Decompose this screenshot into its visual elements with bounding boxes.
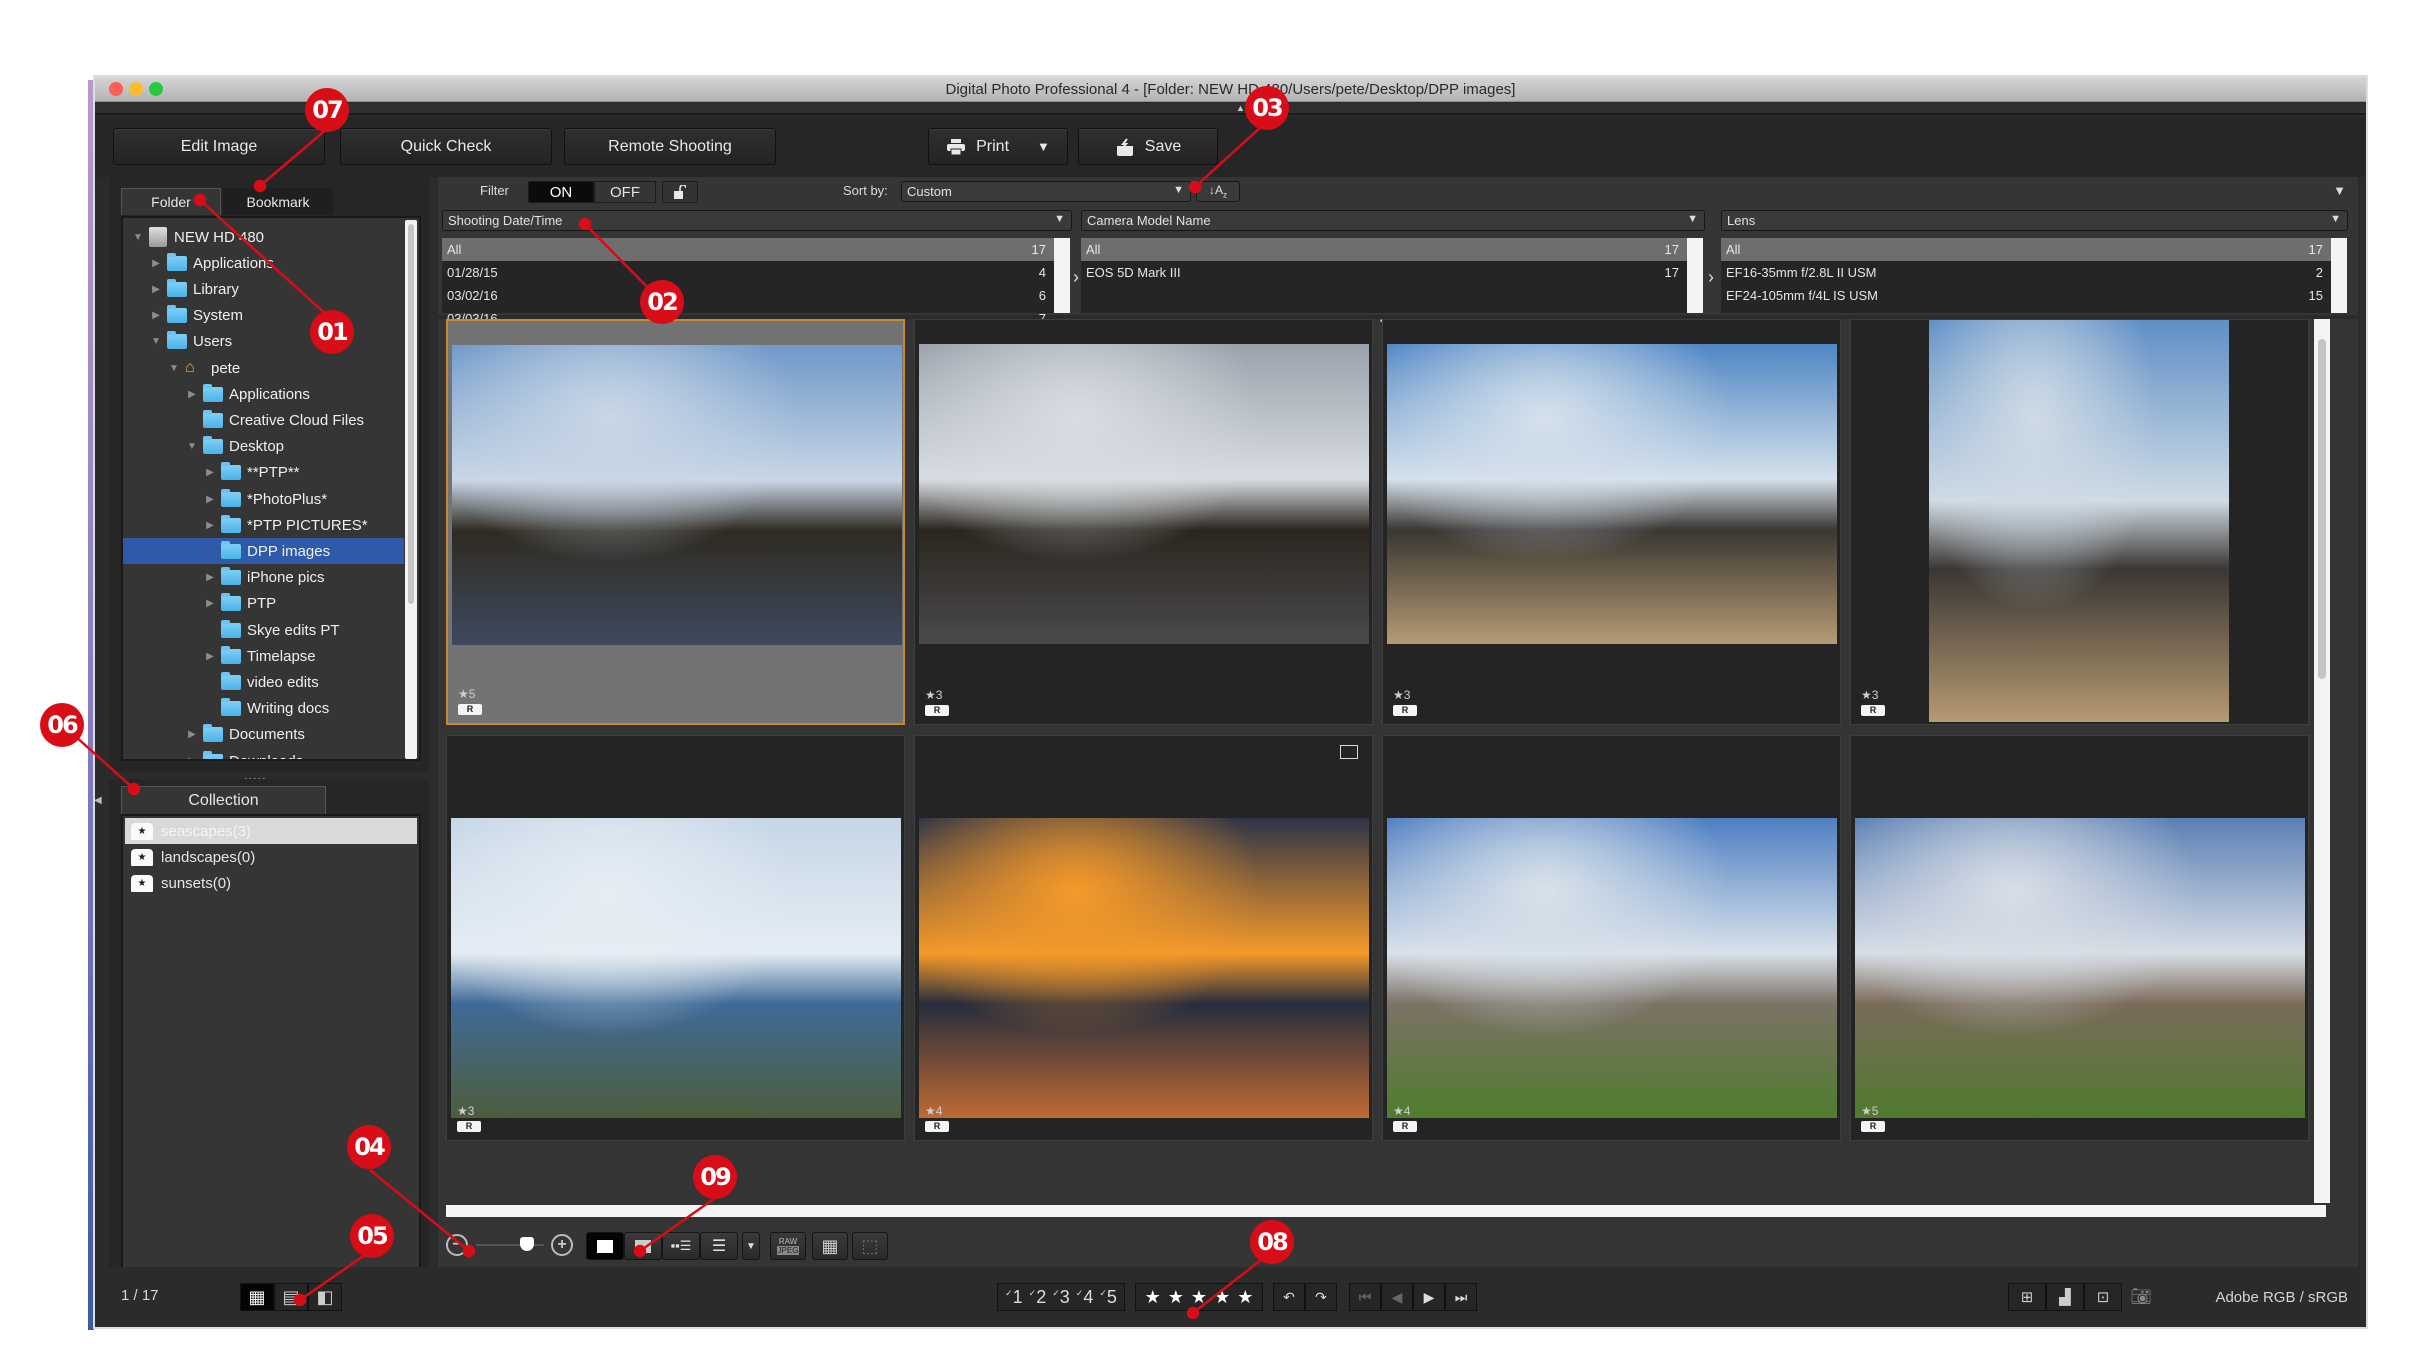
annotation-callout-09: 09 [693,1155,737,1199]
annotation-dot-02 [578,217,592,231]
annotation-line-08 [1192,1252,1271,1314]
annotation-dot-09 [633,1244,647,1258]
annotation-callout-07: 07 [305,88,349,132]
annotation-line-07 [259,127,329,187]
annotation-dot-07 [253,179,267,193]
annotation-callout-05: 05 [350,1214,394,1258]
annotation-callout-03: 03 [1245,86,1289,130]
annotation-line-03 [1194,125,1263,188]
annotation-line-09 [639,1196,716,1253]
annotation-callout-06: 06 [40,703,84,747]
annotation-dot-04 [462,1244,476,1258]
annotation-line-06 [73,734,135,790]
annotation-dot-08 [1186,1306,1200,1320]
annotation-dot-06 [127,782,141,796]
annotation-dot-03 [1188,180,1202,194]
annotation-callout-04: 04 [347,1125,391,1169]
annotation-line-01 [199,199,331,319]
annotation-dot-05 [293,1293,307,1307]
annotation-callout-02: 02 [640,280,684,324]
annotation-callout-01: 01 [310,310,354,354]
annotation-callout-08: 08 [1250,1220,1294,1264]
annotation-dot-01 [193,193,207,207]
